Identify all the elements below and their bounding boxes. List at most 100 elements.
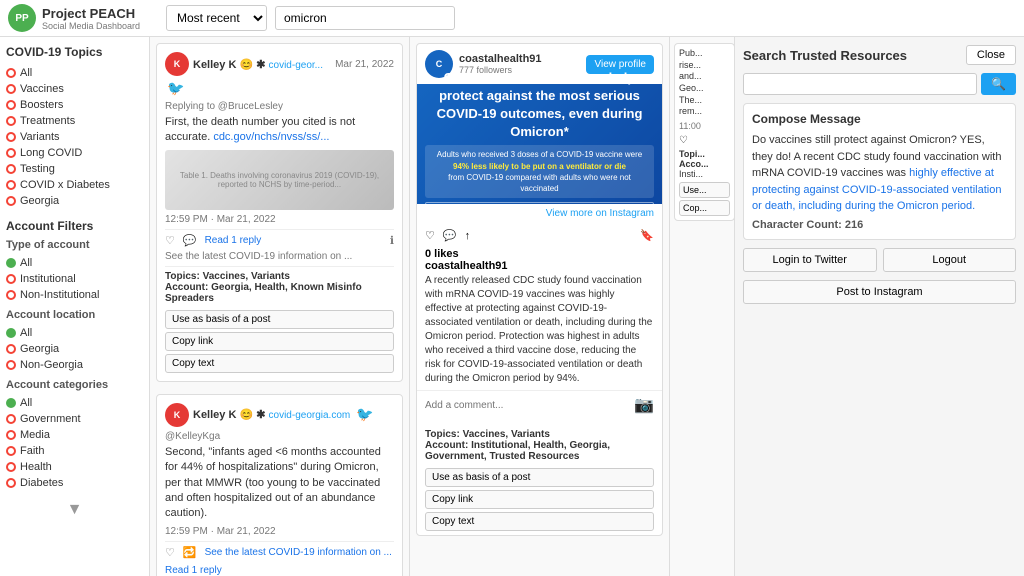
partial-copy-btn[interactable]: Cop... <box>679 200 730 216</box>
right-panel-header: Search Trusted Resources Close <box>743 45 1016 65</box>
logout-button[interactable]: Logout <box>883 248 1017 272</box>
post1-text-button[interactable]: Copy text <box>165 354 394 373</box>
post2-see-latest[interactable]: See the latest COVID-19 information on .… <box>205 547 392 558</box>
post-instagram-button[interactable]: Post to Instagram <box>743 280 1016 304</box>
ig-text-button[interactable]: Copy text <box>425 512 654 531</box>
header-controls: Most recent Most liked Most shared <box>166 5 455 31</box>
post1-author: Kelley K 😊 ✱ <box>193 59 265 71</box>
post1-basis-button[interactable]: Use as basis of a post <box>165 310 394 329</box>
ig-likes: 0 likes <box>417 248 662 260</box>
search-input[interactable] <box>275 6 455 30</box>
sidebar-item-all-cats[interactable]: All <box>6 395 143 411</box>
ig-share-icon[interactable]: ↑ <box>465 230 471 242</box>
post1-link-button[interactable]: Copy link <box>165 332 394 351</box>
trusted-search-input[interactable] <box>743 73 977 95</box>
post1-time: 12:59 PM · Mar 21, 2022 <box>165 214 394 225</box>
post1-reply-to: Replying to @BruceLesley <box>165 101 394 112</box>
filters-section: Account Filters Type of account All Inst… <box>6 219 143 491</box>
type-title: Type of account <box>6 239 143 251</box>
twitter-icon: 🐦 <box>167 80 184 97</box>
ig-account: Account: Institutional, Health, Georgia,… <box>425 440 654 462</box>
sidebar-item-non-institutional[interactable]: Non-Institutional <box>6 287 143 303</box>
sidebar-item-georgia[interactable]: Georgia <box>6 193 143 209</box>
post1-read-reply[interactable]: Read 1 reply <box>205 235 262 246</box>
login-twitter-button[interactable]: Login to Twitter <box>743 248 877 272</box>
heart-icon[interactable]: ♡ <box>165 234 175 247</box>
ig-heart-icon[interactable]: ♡ <box>425 229 435 242</box>
post2-actions: ♡ 🔁 See the latest COVID-19 information … <box>165 546 394 559</box>
sidebar-item-covid-diabetes[interactable]: COVID x Diabetes <box>6 177 143 193</box>
app-name: Project PEACH <box>42 6 140 21</box>
ig-brand-icon: 📷 <box>634 395 654 415</box>
logo-icon: PP <box>8 4 36 32</box>
sidebar: COVID-19 Topics All Vaccines Boosters Tr… <box>0 37 150 576</box>
scroll-down-icon[interactable]: ▼ <box>6 501 143 519</box>
sidebar-item-testing[interactable]: Testing <box>6 161 143 177</box>
sidebar-item-vaccines[interactable]: Vaccines <box>6 81 143 97</box>
sidebar-item-all-locations[interactable]: All <box>6 325 143 341</box>
twitter-post-1: K Kelley K 😊 ✱ covid-geor... Mar 21, 202… <box>156 43 403 382</box>
ig-link-button[interactable]: Copy link <box>425 490 654 509</box>
post1-link[interactable]: cdc.gov/nchs/nvss/ss/... <box>213 131 329 143</box>
post1-handle: covid-geor... <box>269 60 323 71</box>
location-title: Account location <box>6 309 143 321</box>
ig-actions: ♡ 💬 ↑ 🔖 <box>417 223 662 248</box>
partial-column: Pub...rise...and...Geo...The...rem... 11… <box>670 37 734 576</box>
ig-post-1: C coastalhealth91 777 followers View pro… <box>416 43 663 536</box>
compose-link-1[interactable]: highly effective at protecting against C… <box>752 167 1001 212</box>
twitter-post-2: K Kelley K 😊 ✱ covid-georgia.com 🐦 @Kell… <box>156 394 403 576</box>
search-trusted-bar: 🔍 <box>743 73 1016 95</box>
sidebar-item-long-covid[interactable]: Long COVID <box>6 145 143 161</box>
ig-image-sub: Adults who received 3 doses of a COVID-1… <box>425 145 654 198</box>
sidebar-item-variants[interactable]: Variants <box>6 129 143 145</box>
ig-post-image: COVID-19 mRNA vaccines help protect agai… <box>417 84 662 204</box>
sidebar-item-non-georgia[interactable]: Non-Georgia <box>6 357 143 373</box>
sidebar-item-media[interactable]: Media <box>6 427 143 443</box>
ig-post-meta: Topics: Vaccines, Variants Account: Inst… <box>417 419 662 535</box>
partial-post-card: Pub...rise...and...Geo...The...rem... 11… <box>674 43 734 221</box>
topics-section: COVID-19 Topics All Vaccines Boosters Tr… <box>6 45 143 209</box>
sidebar-item-faith[interactable]: Faith <box>6 443 143 459</box>
header: PP Project PEACH Social Media Dashboard … <box>0 0 1024 37</box>
partial-account-value: Insti... <box>679 169 730 179</box>
retweet-icon[interactable]: 🔁 <box>183 546 197 559</box>
partial-text: Pub...rise...and...Geo...The...rem... <box>679 48 730 118</box>
info-icon[interactable]: ℹ <box>390 234 394 247</box>
post2-avatar: K <box>165 403 189 427</box>
ig-comment-icon[interactable]: 💬 <box>443 229 457 242</box>
sidebar-item-treatments[interactable]: Treatments <box>6 113 143 129</box>
partial-heart-icon[interactable]: ♡ <box>679 135 730 146</box>
ig-username: coastalhealth91 <box>417 260 662 274</box>
main: COVID-19 Topics All Vaccines Boosters Tr… <box>0 37 1024 576</box>
partial-use-btn[interactable]: Use... <box>679 182 730 198</box>
ig-basis-button[interactable]: Use as basis of a post <box>425 468 654 487</box>
post2-text: Second, "infants aged <6 months accounte… <box>165 445 394 522</box>
post1-topics: Topics: Vaccines, Variants <box>165 271 394 282</box>
compose-section: Compose Message Do vaccines still protec… <box>743 103 1016 240</box>
sidebar-item-health[interactable]: Health <box>6 459 143 475</box>
sidebar-item-government[interactable]: Government <box>6 411 143 427</box>
ig-caption: A recently released CDC study found vacc… <box>417 274 662 390</box>
sidebar-item-diabetes[interactable]: Diabetes <box>6 475 143 491</box>
heart-icon-2[interactable]: ♡ <box>165 546 175 559</box>
ig-topics: Topics: Vaccines, Variants <box>425 429 654 440</box>
trusted-search-button[interactable]: 🔍 <box>981 73 1016 95</box>
post2-read-reply[interactable]: Read 1 reply <box>165 565 394 576</box>
close-button[interactable]: Close <box>966 45 1016 65</box>
partial-time: 11:00 <box>679 121 730 131</box>
sidebar-item-boosters[interactable]: Boosters <box>6 97 143 113</box>
ig-bookmark-icon[interactable]: 🔖 <box>640 229 654 242</box>
sidebar-item-all-topics[interactable]: All <box>6 65 143 81</box>
sidebar-item-all-types[interactable]: All <box>6 255 143 271</box>
sidebar-item-institutional[interactable]: Institutional <box>6 271 143 287</box>
ig-comment-input[interactable] <box>425 400 634 411</box>
ig-image-headline: COVID-19 mRNA vaccines help protect agai… <box>425 69 654 142</box>
partial-topics-label: Topi... <box>679 149 730 159</box>
post1-date: Mar 21, 2022 <box>335 59 394 70</box>
topics-title: COVID-19 Topics <box>6 45 143 59</box>
compose-text: Do vaccines still protect against Omicro… <box>752 132 1007 215</box>
sidebar-item-georgia-loc[interactable]: Georgia <box>6 341 143 357</box>
reply-icon[interactable]: 💬 <box>183 234 197 247</box>
logo-area: PP Project PEACH Social Media Dashboard <box>8 4 158 32</box>
sort-select[interactable]: Most recent Most liked Most shared <box>166 5 267 31</box>
